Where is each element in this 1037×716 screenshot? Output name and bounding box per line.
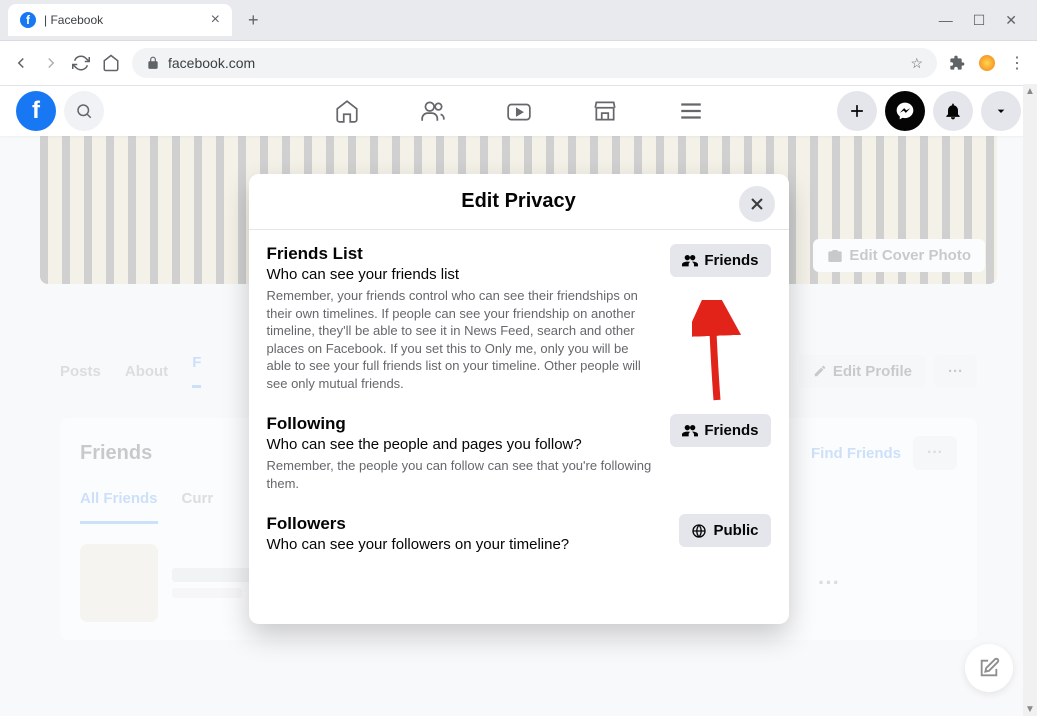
globe-icon <box>691 523 707 539</box>
address-bar[interactable]: facebook.com ☆ <box>132 48 937 78</box>
privacy-selector-friends-list[interactable]: Friends <box>670 244 770 277</box>
header-right <box>837 91 1021 131</box>
extension-icon[interactable] <box>979 55 995 71</box>
forward-icon[interactable] <box>42 54 60 72</box>
edit-privacy-modal: Edit Privacy Friends List Who can see yo… <box>249 174 789 624</box>
center-nav <box>334 98 704 124</box>
privacy-label: Friends <box>704 422 758 439</box>
section-subtitle: Who can see the people and pages you fol… <box>267 436 655 453</box>
tab-title: | Facebook <box>44 13 103 27</box>
create-button[interactable] <box>837 91 877 131</box>
browser-menu-icon[interactable]: ⋮ <box>1009 53 1025 73</box>
section-detail: Remember, the people you can follow can … <box>267 457 655 492</box>
close-tab-icon[interactable]: × <box>211 11 220 29</box>
minimize-icon[interactable]: — <box>939 12 953 29</box>
nav-menu-icon[interactable] <box>678 98 704 124</box>
scroll-down-icon[interactable]: ▼ <box>1023 702 1037 716</box>
privacy-selector-followers[interactable]: Public <box>679 514 770 547</box>
close-window-icon[interactable]: ✕ <box>1005 12 1017 29</box>
friends-icon <box>682 253 698 269</box>
bookmark-star-icon[interactable]: ☆ <box>910 55 923 72</box>
modal-body: Friends List Who can see your friends li… <box>249 230 789 593</box>
home-icon[interactable] <box>102 54 120 72</box>
friends-icon <box>682 423 698 439</box>
modal-overlay: Edit Privacy Friends List Who can see yo… <box>0 134 1037 716</box>
section-friends-list: Friends List Who can see your friends li… <box>267 244 771 392</box>
window-controls: — ☐ ✕ <box>939 12 1029 29</box>
browser-tab-strip: f | Facebook × + — ☐ ✕ <box>0 0 1037 41</box>
extension-icons: ⋮ <box>949 53 1025 73</box>
close-modal-button[interactable] <box>739 186 775 222</box>
lock-icon <box>146 56 160 70</box>
nav-friends-icon[interactable] <box>420 98 446 124</box>
modal-title: Edit Privacy <box>265 190 773 213</box>
nav-watch-icon[interactable] <box>506 98 532 124</box>
section-heading: Friends List <box>267 244 655 264</box>
section-following: Following Who can see the people and pag… <box>267 414 771 492</box>
back-icon[interactable] <box>12 54 30 72</box>
messenger-button[interactable] <box>885 91 925 131</box>
extensions-icon[interactable] <box>949 55 965 71</box>
notifications-button[interactable] <box>933 91 973 131</box>
section-heading: Followers <box>267 514 664 534</box>
modal-header: Edit Privacy <box>249 174 789 230</box>
maximize-icon[interactable]: ☐ <box>973 12 986 29</box>
account-dropdown[interactable] <box>981 91 1021 131</box>
section-heading: Following <box>267 414 655 434</box>
privacy-selector-following[interactable]: Friends <box>670 414 770 447</box>
section-subtitle: Who can see your followers on your timel… <box>267 536 664 553</box>
privacy-label: Public <box>713 522 758 539</box>
browser-tab[interactable]: f | Facebook × <box>8 4 232 36</box>
privacy-label: Friends <box>704 252 758 269</box>
facebook-logo[interactable]: f <box>16 91 56 131</box>
url-text: facebook.com <box>168 55 255 71</box>
scroll-up-icon[interactable]: ▲ <box>1023 84 1037 98</box>
facebook-header: f <box>0 86 1037 136</box>
nav-home-icon[interactable] <box>334 98 360 124</box>
section-detail: Remember, your friends control who can s… <box>267 287 655 392</box>
scrollbar[interactable]: ▲ ▼ <box>1023 84 1037 716</box>
facebook-favicon: f <box>20 12 36 28</box>
section-followers: Followers Who can see your followers on … <box>267 514 771 557</box>
search-button[interactable] <box>64 91 104 131</box>
reload-icon[interactable] <box>72 54 90 72</box>
new-tab-button[interactable]: + <box>240 6 267 35</box>
section-subtitle: Who can see your friends list <box>267 266 655 283</box>
nav-marketplace-icon[interactable] <box>592 98 618 124</box>
browser-toolbar: facebook.com ☆ ⋮ <box>0 41 1037 86</box>
